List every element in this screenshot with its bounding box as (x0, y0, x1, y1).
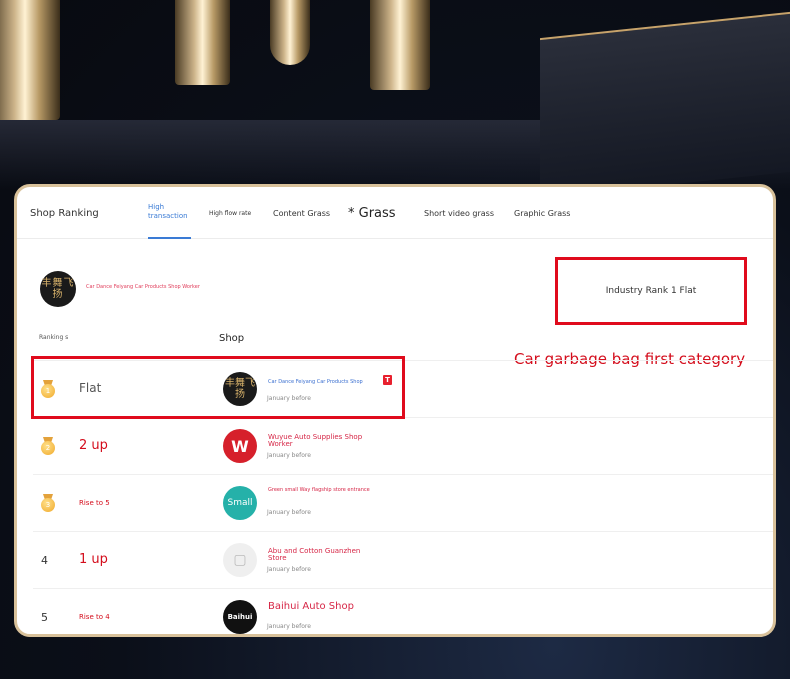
industry-rank-box: Industry Rank 1 Flat (555, 257, 747, 325)
rank-trend: 2 up (79, 438, 108, 453)
shop-logo-text: 丰舞飞扬 (41, 278, 75, 300)
shop-name[interactable]: Wuyue Auto Supplies Shop Worker (268, 434, 378, 448)
column-header-ranking: Ranking s (39, 334, 69, 341)
shop-time: January before (267, 452, 311, 459)
shop-name[interactable]: Baihui Auto Shop (268, 602, 378, 612)
rank-number: 4 (41, 554, 48, 567)
table-row[interactable]: 1 Flat 丰舞飞扬 Car Dance Feiyang Car Produc… (33, 360, 773, 417)
column-header-shop: Shop (219, 333, 245, 344)
shop-logo: 丰舞飞扬 (223, 372, 257, 406)
gold-medal-icon: 1 (41, 380, 55, 398)
silver-medal-icon: 2 (41, 437, 55, 455)
rank-trend: 1 up (79, 552, 108, 567)
shop-name[interactable]: Car Dance Feiyang Car Products Shop Work… (86, 284, 200, 290)
table-row[interactable]: 4 1 up ▢ Abu and Cotton Guanzhen Store J… (33, 531, 773, 588)
rank-trend: Rise to 5 (79, 499, 110, 507)
bronze-medal-icon: 3 (41, 494, 55, 512)
hero-gold-bar (0, 0, 60, 120)
tab-content-grass[interactable]: Content Grass (273, 187, 330, 239)
tab-high-flow-rate[interactable]: High flow rate (209, 187, 251, 239)
hero-slab (540, 11, 790, 199)
shop-logo: Small (223, 486, 257, 520)
tab-grass[interactable]: * Grass (348, 187, 396, 239)
ranking-card: Shop Ranking High transaction High flow … (14, 184, 776, 637)
shop-time: January before (267, 623, 311, 630)
rank-trend: Rise to 4 (79, 613, 110, 621)
hero-gold-bar (175, 0, 230, 85)
shop-name[interactable]: Car Dance Feiyang Car Products Shop (268, 379, 388, 386)
shop-logo: W (223, 429, 257, 463)
tmall-badge-icon: T (383, 375, 392, 385)
rank-trend: Flat (79, 381, 102, 395)
tab-graphic-grass[interactable]: Graphic Grass (514, 187, 570, 239)
rank-number: 5 (41, 611, 48, 624)
shop-name[interactable]: Green small Way flagship store entrance (268, 487, 378, 494)
shopping-bag-icon: ▢ (223, 543, 257, 577)
hero-gold-bar (370, 0, 430, 90)
tab-shop-ranking[interactable]: Shop Ranking (30, 187, 99, 239)
shop-name[interactable]: Abu and Cotton Guanzhen Store (268, 548, 378, 562)
table-row[interactable]: 2 2 up W Wuyue Auto Supplies Shop Worker… (33, 417, 773, 474)
tab-bar: Shop Ranking High transaction High flow … (17, 187, 773, 239)
tab-high-transaction[interactable]: High transaction (148, 187, 191, 239)
hero-gold-bar (270, 0, 310, 65)
shop-logo: 丰舞飞扬 (40, 271, 76, 307)
shop-logo: Baihui (223, 600, 257, 634)
table-row[interactable]: 3 Rise to 5 Small Green small Way flagsh… (33, 474, 773, 531)
shop-time: January before (267, 395, 311, 402)
table-row[interactable]: 5 Rise to 4 Baihui Baihui Auto Shop Janu… (33, 588, 773, 634)
shop-time: January before (267, 509, 311, 516)
industry-rank-text: Industry Rank 1 Flat (605, 286, 697, 296)
tab-short-video-grass[interactable]: Short video grass (424, 187, 494, 239)
shop-time: January before (267, 566, 311, 573)
